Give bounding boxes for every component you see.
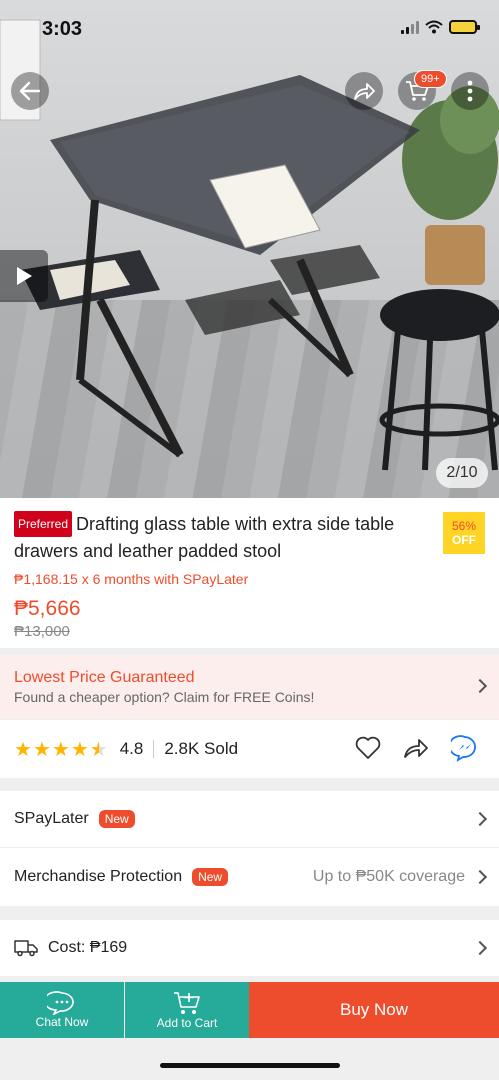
sold-count: 2.8K Sold [164, 739, 239, 758]
chevron-right-icon [472, 811, 488, 827]
cart-count-badge: 99+ [414, 70, 447, 88]
star-icon: ★ [32, 738, 51, 761]
product-image[interactable]: 3:03 99+ 2/10 [0, 0, 499, 498]
product-page: 3:03 99+ 2/10 Preferred Drafting glass t… [0, 0, 499, 1080]
product-title-block: Preferred Drafting glass table with extra… [14, 511, 444, 563]
protection-label: Merchandise Protection [14, 868, 183, 885]
play-icon [17, 267, 32, 285]
arrow-left-icon [19, 81, 41, 101]
add-to-cart-icon [174, 992, 200, 1014]
chat-now-button[interactable]: Chat Now [0, 982, 124, 1038]
signal-icon [401, 20, 419, 34]
heart-icon[interactable] [355, 736, 381, 760]
status-icons [401, 20, 480, 34]
rating-row: ★ ★ ★ ★ ★ 4.8 2.8K Sold [0, 720, 499, 778]
star-icon: ★ [14, 738, 32, 761]
shipping-cost: Cost: ₱169 [48, 939, 128, 956]
battery-icon [449, 20, 480, 34]
spaylater-row[interactable]: SPayLater New [0, 791, 499, 847]
wifi-icon [425, 20, 443, 34]
spaylater-label: SPayLater [14, 810, 89, 827]
share-icon [354, 83, 375, 100]
new-badge: New [192, 868, 229, 886]
product-actions [355, 734, 479, 762]
protection-coverage: Up to ₱50K coverage [312, 868, 465, 885]
current-price: ₱5,666 [14, 597, 81, 620]
share-icon[interactable] [403, 737, 429, 759]
merchandise-protection-row[interactable]: Merchandise Protection New Up to ₱50K co… [0, 848, 499, 906]
guarantee-subtitle: Found a cheaper option? Claim for FREE C… [14, 689, 315, 705]
discount-off-label: OFF [452, 533, 476, 547]
star-icon: ★ [70, 738, 89, 761]
status-bar: 3:03 [0, 0, 499, 60]
shipping-row[interactable]: Cost: ₱169 [0, 920, 499, 976]
share-button[interactable] [345, 72, 383, 110]
home-indicator[interactable] [160, 1063, 340, 1068]
play-video-button[interactable] [0, 250, 48, 302]
chat-icon [47, 991, 74, 1015]
original-price: ₱13,000 [14, 623, 70, 640]
add-to-cart-label: Add to Cart [156, 1016, 218, 1030]
chevron-right-icon [472, 940, 488, 956]
truck-icon [14, 940, 38, 957]
new-badge: New [98, 810, 135, 828]
more-button[interactable] [451, 72, 489, 110]
star-icon: ★ [51, 738, 70, 761]
buy-now-button[interactable]: Buy Now [249, 982, 499, 1038]
preferred-badge: Preferred [14, 511, 73, 537]
discount-percent: 56% [451, 519, 477, 533]
discount-badge: 56% OFF [443, 512, 485, 554]
chat-now-label: Chat Now [35, 1015, 89, 1029]
chevron-right-icon [472, 869, 488, 885]
buy-now-label: Buy Now [339, 1000, 409, 1019]
messenger-icon[interactable] [451, 734, 479, 762]
product-info: Preferred Drafting glass table with extra… [0, 498, 499, 648]
rating-value: 4.8 [119, 739, 144, 758]
spaylater-installment[interactable]: ₱1,168.15 x 6 months with SPayLater [14, 571, 485, 587]
lowest-price-guarantee[interactable]: Lowest Price Guaranteed Found a cheaper … [0, 655, 499, 719]
divider [153, 740, 155, 758]
more-vertical-icon [467, 80, 473, 102]
image-counter: 2/10 [436, 458, 488, 488]
status-time: 3:03 [42, 18, 83, 40]
rating-stars[interactable]: ★ ★ ★ ★ ★ [14, 737, 108, 762]
star-half-icon: ★ [89, 738, 108, 761]
guarantee-title: Lowest Price Guaranteed [14, 669, 195, 686]
back-button[interactable] [11, 72, 49, 110]
bottom-action-bar: Chat Now Add to Cart Buy Now [0, 982, 499, 1038]
add-to-cart-button[interactable]: Add to Cart [125, 982, 249, 1038]
